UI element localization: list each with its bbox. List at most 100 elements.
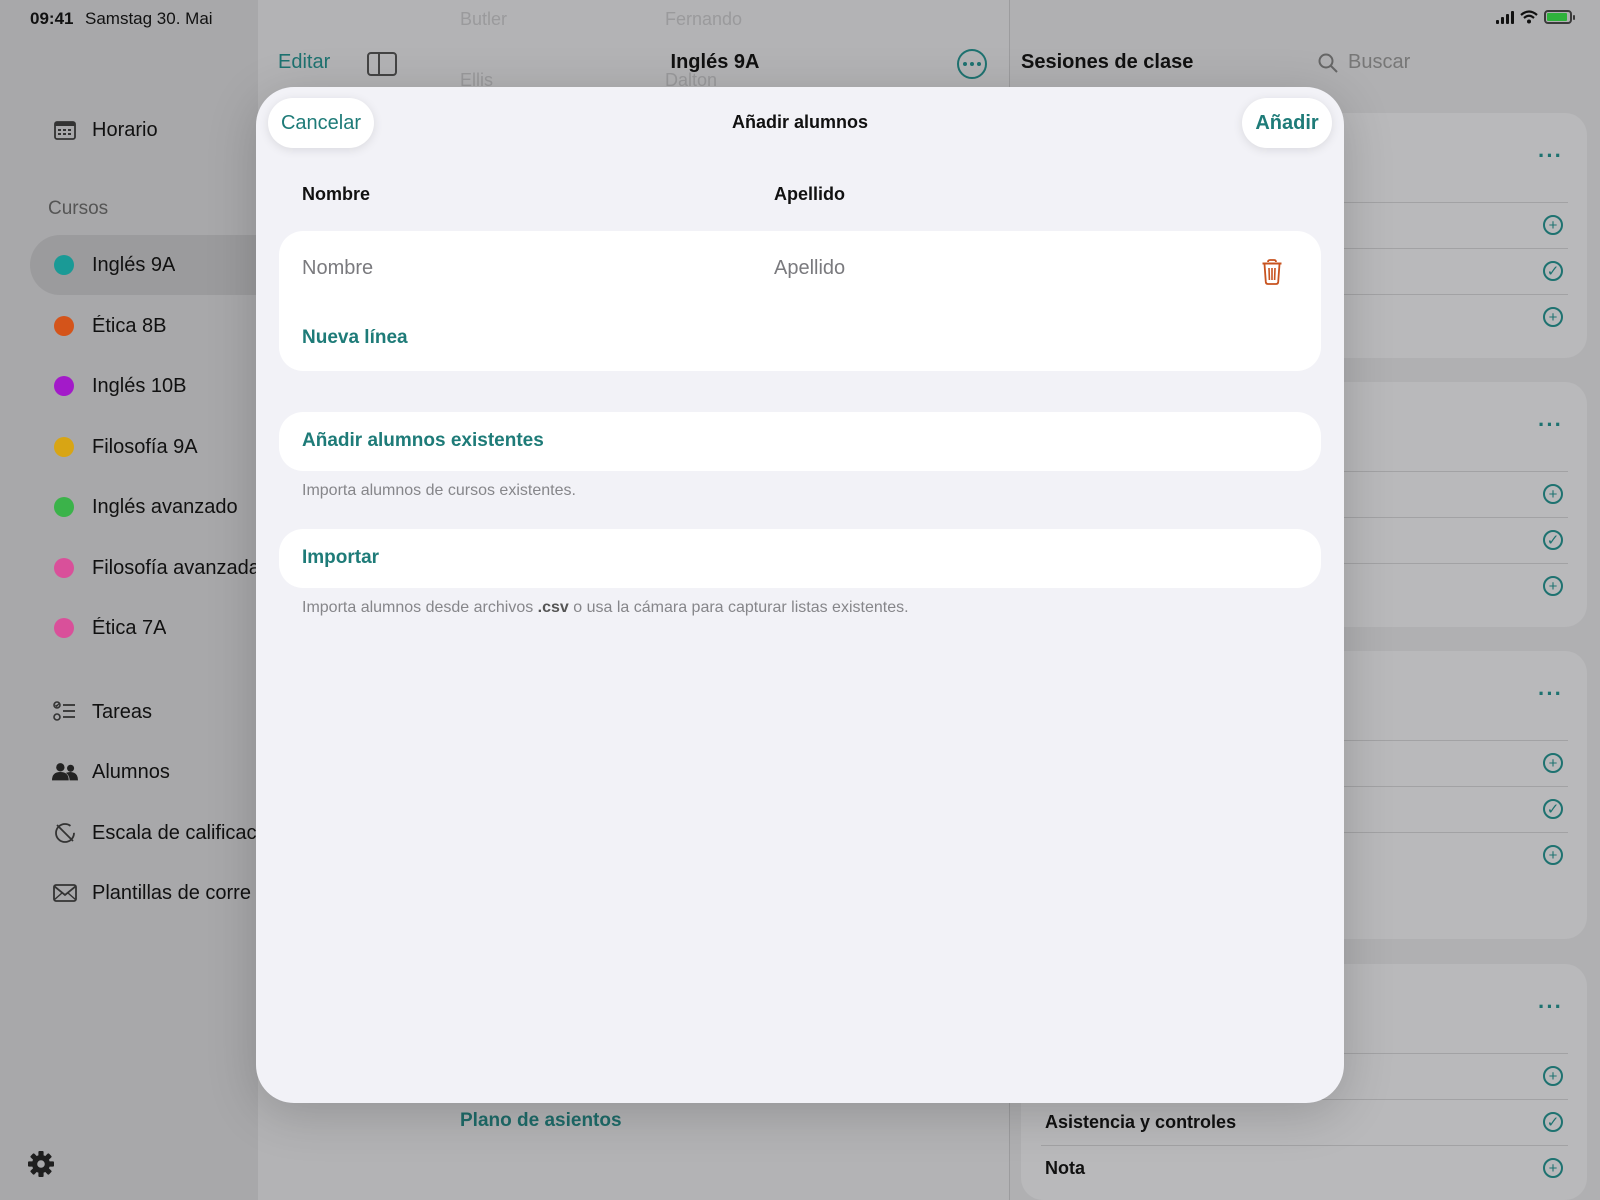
new-line-button[interactable]: Nueva línea <box>302 327 408 349</box>
sheet-title: Añadir alumnos <box>731 112 869 132</box>
sidebar-item-grading-scale[interactable]: Escala de calificac <box>52 820 257 846</box>
add-students-sheet: Cancelar Añadir alumnos Añadir Nombre Ap… <box>256 87 1344 1103</box>
course-label: Inglés 9A <box>92 253 176 276</box>
battery-icon <box>1544 10 1575 24</box>
row-divider <box>1344 786 1568 787</box>
checkmark-circle-icon[interactable]: ✓ <box>1543 530 1563 550</box>
add-circle-icon[interactable]: + <box>1543 576 1563 596</box>
sidebar-course-1[interactable]: Ética 8B <box>30 296 270 356</box>
wifi-icon <box>1520 10 1538 24</box>
sidebar-item-label: Escala de calificac <box>92 821 257 844</box>
sidebar-course-0[interactable]: Inglés 9A <box>30 235 270 295</box>
card-more-icon[interactable]: ··· <box>1538 994 1563 1020</box>
row-divider <box>1344 202 1568 203</box>
trash-icon[interactable] <box>1261 259 1283 285</box>
course-label: Inglés avanzado <box>92 495 238 518</box>
row-divider <box>1344 471 1568 472</box>
sidebar-item-schedule[interactable]: Horario <box>52 117 158 143</box>
checkmark-circle-icon[interactable]: ✓ <box>1543 261 1563 281</box>
import-hint: Importa alumnos desde archivos .csv o us… <box>302 599 909 617</box>
people-icon <box>52 759 78 785</box>
row-divider <box>1344 294 1568 295</box>
add-circle-icon[interactable]: + <box>1543 1158 1563 1178</box>
search-placeholder: Buscar <box>1348 51 1411 73</box>
status-date: Samstag 30. Mai <box>85 9 213 28</box>
course-label: Ética 8B <box>92 314 167 337</box>
sidebar-course-4[interactable]: Inglés avanzado <box>30 477 270 537</box>
add-existing-students-button[interactable]: Añadir alumnos existentes <box>302 430 544 452</box>
course-color-dot <box>54 558 74 578</box>
add-circle-icon[interactable]: + <box>1543 753 1563 773</box>
course-color-dot <box>54 376 74 396</box>
course-color-dot <box>54 255 74 275</box>
last-name-field[interactable] <box>774 257 1074 280</box>
courses-heading: Cursos <box>48 198 109 219</box>
add-circle-icon[interactable]: + <box>1543 484 1563 504</box>
add-existing-card[interactable]: Añadir alumnos existentes <box>279 412 1321 471</box>
sidebar-item-email-templates[interactable]: Plantillas de corre <box>52 880 251 906</box>
sidebar-toggle-icon[interactable] <box>367 52 397 76</box>
card-more-icon[interactable]: ··· <box>1538 143 1563 169</box>
checkmark-circle-icon[interactable]: ✓ <box>1543 1112 1563 1132</box>
row-divider <box>1344 832 1568 833</box>
course-color-dot <box>54 497 74 517</box>
no-grade-icon <box>52 820 78 846</box>
attendance-row-label[interactable]: Asistencia y controles <box>1045 1112 1236 1133</box>
row-divider <box>1344 248 1568 249</box>
sidebar-item-tasks[interactable]: Tareas <box>52 699 152 725</box>
card-more-icon[interactable]: ··· <box>1538 412 1563 438</box>
sidebar-course-2[interactable]: Inglés 10B <box>30 356 270 416</box>
row-divider <box>1344 563 1568 564</box>
sidebar-item-students[interactable]: Alumnos <box>52 759 170 785</box>
add-circle-icon[interactable]: + <box>1543 845 1563 865</box>
status-icons <box>1496 10 1575 24</box>
more-options-icon[interactable] <box>957 49 987 79</box>
course-label: Ética 7A <box>92 616 167 639</box>
search-field[interactable]: Buscar <box>1318 51 1410 74</box>
first-name-field[interactable] <box>302 257 602 280</box>
checklist-icon <box>52 699 78 725</box>
card-more-icon[interactable]: ··· <box>1538 681 1563 707</box>
sidebar-course-3[interactable]: Filosofía 9A <box>30 417 270 477</box>
course-label: Filosofía 9A <box>92 435 198 458</box>
gear-icon[interactable] <box>27 1150 55 1178</box>
sidebar-course-6[interactable]: Ética 7A <box>30 598 270 658</box>
csv-extension: .csv <box>537 599 569 616</box>
seating-plan-link[interactable]: Plano de asientos <box>460 1110 622 1132</box>
course-color-dot <box>54 437 74 457</box>
import-hint-text: Importa alumnos desde archivos <box>302 599 538 616</box>
course-label: Inglés 10B <box>92 374 187 397</box>
import-hint-text: o usa la cámara para capturar listas exi… <box>568 599 909 616</box>
grade-row-label[interactable]: Nota <box>1045 1158 1085 1179</box>
course-label: Filosofía avanzada <box>92 556 260 579</box>
envelope-icon <box>52 880 78 906</box>
add-circle-icon[interactable]: + <box>1543 307 1563 327</box>
sidebar-item-label: Plantillas de corre <box>92 881 251 904</box>
screen: 09:41 Samstag 30. Mai Horario Cursos Ing… <box>0 0 1600 1200</box>
sidebar-course-5[interactable]: Filosofía avanzada <box>30 538 270 598</box>
status-time: 09:41 <box>30 9 74 28</box>
add-circle-icon[interactable]: + <box>1543 215 1563 235</box>
sidebar-item-label: Tareas <box>92 700 153 723</box>
add-button[interactable]: Añadir <box>1242 98 1332 148</box>
import-button[interactable]: Importar <box>302 547 379 569</box>
course-color-dot <box>54 618 74 638</box>
student-entry-card: Nueva línea <box>279 231 1321 371</box>
search-icon <box>1318 53 1338 73</box>
calendar-icon <box>52 117 78 143</box>
checkmark-circle-icon[interactable]: ✓ <box>1543 799 1563 819</box>
edit-button[interactable]: Editar <box>278 51 330 74</box>
sidebar-item-label: Horario <box>92 118 158 141</box>
column-header-last-name: Apellido <box>774 184 845 204</box>
ghost-student-name: Fernando <box>665 9 743 29</box>
ghost-student-name: Butler <box>460 9 508 29</box>
import-card[interactable]: Importar <box>279 529 1321 588</box>
cellular-signal-icon <box>1496 10 1514 24</box>
column-header-first-name: Nombre <box>302 184 371 204</box>
sessions-title: Sesiones de clase <box>1021 51 1194 73</box>
add-existing-hint: Importa alumnos de cursos existentes. <box>302 482 576 499</box>
course-color-dot <box>54 316 74 336</box>
row-divider <box>1041 1145 1568 1146</box>
add-circle-icon[interactable]: + <box>1543 1066 1563 1086</box>
row-divider <box>1344 740 1568 741</box>
